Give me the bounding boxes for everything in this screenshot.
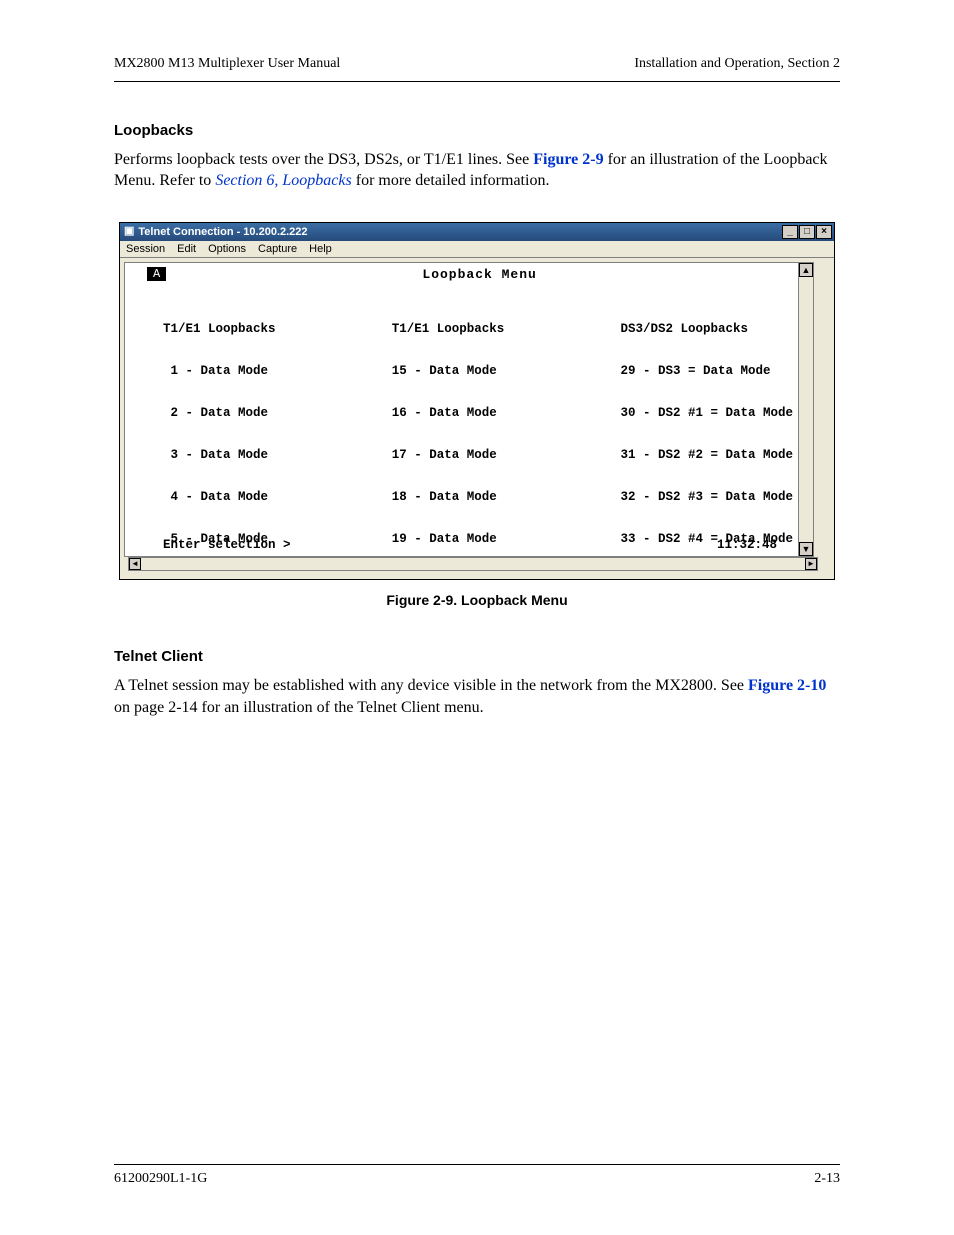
close-button[interactable]: × (816, 225, 832, 239)
terminal-wrapper: A Loopback Menu T1/E1 Loopbacks 1 - Data… (120, 258, 834, 579)
telnet-client-paragraph: A Telnet session may be established with… (114, 675, 840, 718)
page-footer: 61200290L1-1G 2-13 (114, 1164, 840, 1187)
section-heading-loopbacks: Loopbacks (114, 122, 840, 139)
text: A Telnet session may be established with… (114, 677, 748, 694)
section-ref-6-loopbacks[interactable]: Section 6, Loopbacks (215, 172, 351, 189)
telnet-window: ▣ Telnet Connection - 10.200.2.222 _ □ ×… (119, 222, 835, 580)
col1-heading: T1/E1 Loopbacks (163, 322, 322, 336)
text: Performs loopback tests over the DS3, DS… (114, 151, 533, 168)
col3-item[interactable]: 29 - DS3 = Data Mode (620, 364, 793, 378)
column-t1e1-a: T1/E1 Loopbacks 1 - Data Mode 2 - Data M… (163, 294, 322, 556)
scroll-up-icon[interactable]: ▲ (799, 263, 813, 277)
footer-rule (114, 1164, 840, 1165)
figure-ref-2-9[interactable]: Figure 2-9 (533, 151, 603, 168)
column-ds3ds2: DS3/DS2 Loopbacks 29 - DS3 = Data Mode 3… (620, 294, 793, 556)
header-rule (114, 81, 840, 82)
terminal-badge: A (147, 267, 166, 281)
section-heading-telnet-client: Telnet Client (114, 648, 840, 665)
col3-item[interactable]: 31 - DS2 #2 = Data Mode (620, 448, 793, 462)
header-right: Installation and Operation, Section 2 (634, 56, 840, 73)
col3-item[interactable]: 32 - DS2 #3 = Data Mode (620, 490, 793, 504)
col1-item[interactable]: 3 - Data Mode (163, 448, 322, 462)
minimize-button[interactable]: _ (782, 225, 798, 239)
menu-edit[interactable]: Edit (177, 243, 196, 255)
col2-item[interactable]: 18 - Data Mode (392, 490, 551, 504)
maximize-button[interactable]: □ (799, 225, 815, 239)
loopbacks-paragraph: Performs loopback tests over the DS3, DS… (114, 149, 840, 192)
terminal-columns: T1/E1 Loopbacks 1 - Data Mode 2 - Data M… (125, 286, 799, 556)
text: on page 2-14 for an illustration of the … (114, 699, 484, 716)
col3-heading: DS3/DS2 Loopbacks (620, 322, 793, 336)
terminal: A Loopback Menu T1/E1 Loopbacks 1 - Data… (124, 262, 814, 557)
app-icon: ▣ (124, 226, 134, 237)
scroll-left-icon[interactable]: ◄ (129, 558, 141, 570)
vertical-scrollbar[interactable]: ▲ ▼ (798, 263, 813, 556)
header-left: MX2800 M13 Multiplexer User Manual (114, 56, 340, 73)
horizontal-scrollbar[interactable]: ◄ ► (128, 557, 818, 571)
column-t1e1-b: T1/E1 Loopbacks 15 - Data Mode 16 - Data… (392, 294, 551, 556)
col2-heading: T1/E1 Loopbacks (392, 322, 551, 336)
col1-item[interactable]: 2 - Data Mode (163, 406, 322, 420)
figure-caption: Figure 2-9. Loopback Menu (114, 592, 840, 608)
col1-item[interactable]: 1 - Data Mode (163, 364, 322, 378)
menu-capture[interactable]: Capture (258, 243, 297, 255)
figure-ref-2-10[interactable]: Figure 2-10 (748, 677, 826, 694)
window-titlebar: ▣ Telnet Connection - 10.200.2.222 _ □ × (120, 223, 834, 241)
text: for more detailed information. (352, 172, 550, 189)
window-menubar: Session Edit Options Capture Help (120, 241, 834, 258)
menu-session[interactable]: Session (126, 243, 165, 255)
footer-right: 2-13 (814, 1171, 840, 1187)
terminal-prompt[interactable]: Enter selection > (163, 538, 291, 552)
terminal-title: Loopback Menu (166, 267, 793, 282)
col2-item[interactable]: 15 - Data Mode (392, 364, 551, 378)
page-header: MX2800 M13 Multiplexer User Manual Insta… (114, 56, 840, 73)
scroll-right-icon[interactable]: ► (805, 558, 817, 570)
terminal-clock: 11:32:48 (717, 538, 777, 552)
col1-item[interactable]: 4 - Data Mode (163, 490, 322, 504)
menu-options[interactable]: Options (208, 243, 246, 255)
col3-item[interactable]: 30 - DS2 #1 = Data Mode (620, 406, 793, 420)
footer-left: 61200290L1-1G (114, 1171, 207, 1187)
col2-item[interactable]: 16 - Data Mode (392, 406, 551, 420)
scroll-down-icon[interactable]: ▼ (799, 542, 813, 556)
col2-item[interactable]: 17 - Data Mode (392, 448, 551, 462)
menu-help[interactable]: Help (309, 243, 332, 255)
window-title: Telnet Connection - 10.200.2.222 (138, 226, 307, 238)
